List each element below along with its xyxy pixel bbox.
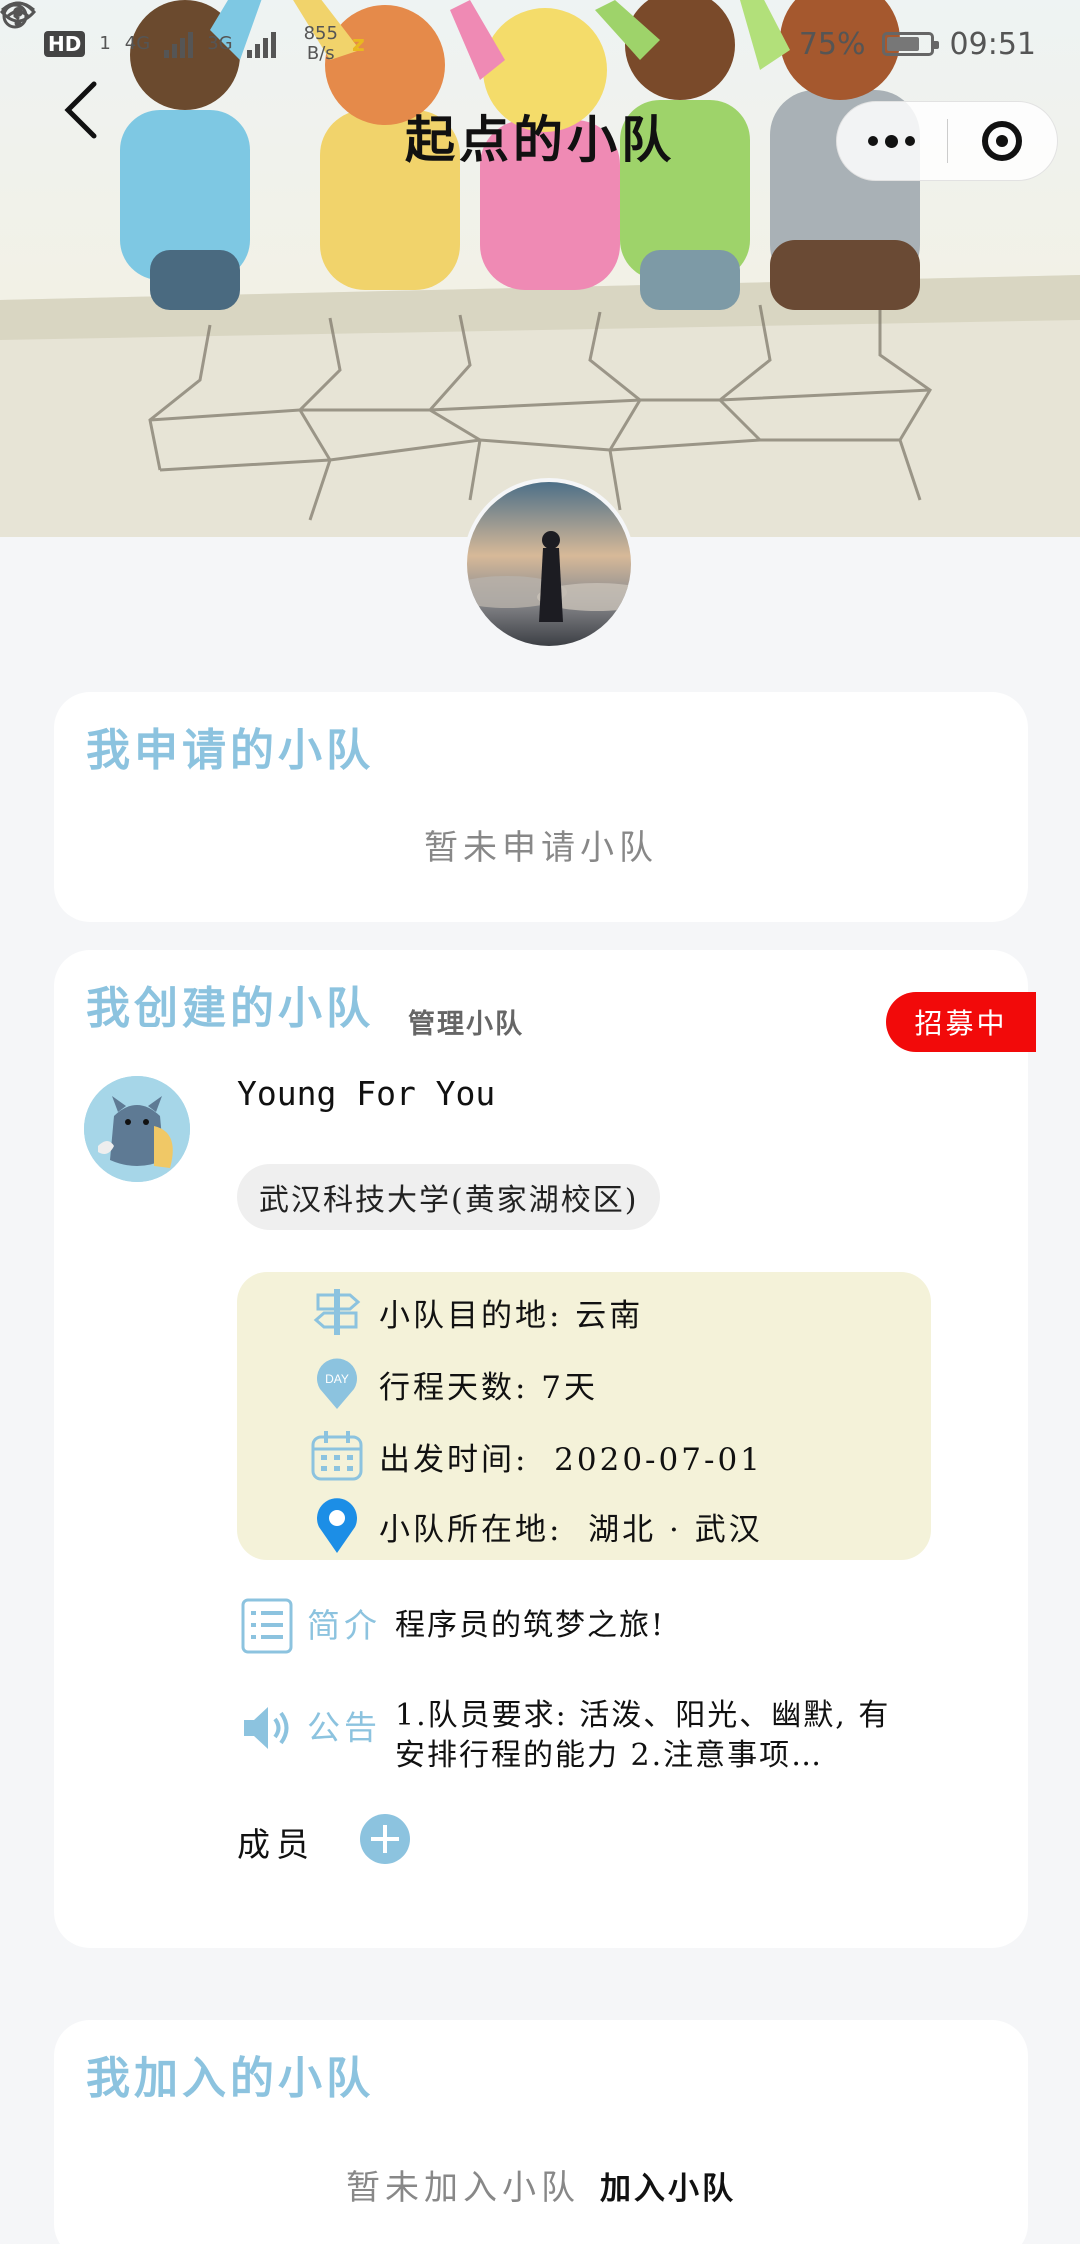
school-chip: 武汉科技大学(黄家湖校区) <box>237 1164 661 1230</box>
status-bar: HD 1 4G 3G 855 B/s z 75% 09:51 <box>0 0 1080 88</box>
more-dot-icon <box>905 136 916 146</box>
network-3g-label: 3G <box>207 33 233 54</box>
signal-icon <box>246 30 276 58</box>
miniprogram-capsule <box>836 101 1058 181</box>
header-banner: HD 1 4G 3G 855 B/s z 75% 09:51 起点的小队 <box>0 0 1080 537</box>
network-speed-value: 855 <box>303 23 338 44</box>
network-4g-label: 4G <box>124 33 151 54</box>
signpost-icon <box>307 1282 367 1342</box>
more-dot-icon <box>868 136 879 146</box>
avatar-image <box>467 482 631 646</box>
applied-teams-card: 我申请的小队 暂未申请小队 <box>54 692 1028 922</box>
team-avatar[interactable] <box>84 1076 190 1182</box>
dragon-mascot-icon <box>84 1076 190 1182</box>
clock: 09:51 <box>949 26 1036 62</box>
team-info-box: 小队目的地: 云南 DAY 行程天数: 7天 出发时间: 2020-07-01 … <box>237 1272 931 1560</box>
intro-row: 简介 程序员的筑梦之旅! <box>237 1596 665 1656</box>
joined-empty-text: 暂未加入小队 <box>346 2168 580 2208</box>
joined-teams-card: 我加入的小队 暂未加入小队 加入小队 <box>54 2020 1028 2244</box>
duration-row: DAY 行程天数: 7天 <box>307 1354 598 1414</box>
intro-key: 简介 <box>307 1606 381 1645</box>
manage-team-link[interactable]: 管理小队 <box>408 1002 524 1041</box>
join-team-link[interactable]: 加入小队 <box>600 2163 736 2208</box>
created-teams-title: 我创建的小队 <box>86 983 374 1034</box>
destination-row: 小队目的地: 云南 <box>307 1282 643 1342</box>
network-speed: 855 B/s <box>304 24 338 64</box>
user-avatar[interactable] <box>463 478 635 650</box>
close-miniprogram-button[interactable] <box>948 102 1058 180</box>
calendar-icon <box>307 1426 367 1486</box>
notice-value: 1.队员要求: 活泼、阳光、幽默, 有安排行程的能力 2.注意事项… <box>395 1698 891 1773</box>
departure-row: 出发时间: 2020-07-01 <box>307 1426 763 1486</box>
team-name: Young For You <box>237 1074 496 1113</box>
location-icon <box>307 1496 367 1556</box>
destination-label: 小队目的地: 云南 <box>379 1297 644 1334</box>
applied-empty-text: 暂未申请小队 <box>424 828 658 868</box>
departure-label: 出发时间: 2020-07-01 <box>379 1441 763 1478</box>
speaker-icon <box>237 1698 297 1758</box>
svg-text:DAY: DAY <box>325 1372 349 1386</box>
recruiting-badge: 招募中 <box>886 992 1036 1052</box>
members-label: 成员 <box>237 1825 315 1864</box>
applied-teams-title: 我申请的小队 <box>86 725 374 776</box>
day-pin-icon: DAY <box>307 1354 367 1414</box>
joined-empty-row: 暂未加入小队 加入小队 <box>54 2160 1028 2209</box>
sim-indicator: 1 <box>99 33 111 54</box>
signal-icon <box>164 30 194 58</box>
battery-icon <box>881 32 939 56</box>
hd-indicator: HD <box>44 31 86 57</box>
add-member-button[interactable] <box>360 1814 410 1864</box>
more-menu-button[interactable] <box>837 102 947 180</box>
location-row: 小队所在地: 湖北 · 武汉 <box>307 1496 763 1556</box>
notice-key: 公告 <box>307 1708 381 1747</box>
intro-value: 程序员的筑梦之旅! <box>395 1608 666 1643</box>
list-icon <box>237 1596 297 1656</box>
network-speed-unit: B/s <box>306 43 335 64</box>
notice-row: 公告 1.队员要求: 活泼、阳光、幽默, 有安排行程的能力 2.注意事项… <box>237 1698 915 1776</box>
battery-percent: 75% <box>798 26 866 62</box>
location-label: 小队所在地: 湖北 · 武汉 <box>379 1511 763 1548</box>
sleep-icon: z <box>351 31 365 57</box>
more-dot-icon <box>885 134 899 148</box>
duration-label: 行程天数: 7天 <box>379 1369 599 1406</box>
created-team-card: 我创建的小队 管理小队 招募中 Young For You 武汉科技大学(黄家湖… <box>54 950 1036 1948</box>
target-icon <box>982 121 1023 161</box>
joined-teams-title: 我加入的小队 <box>86 2053 374 2104</box>
